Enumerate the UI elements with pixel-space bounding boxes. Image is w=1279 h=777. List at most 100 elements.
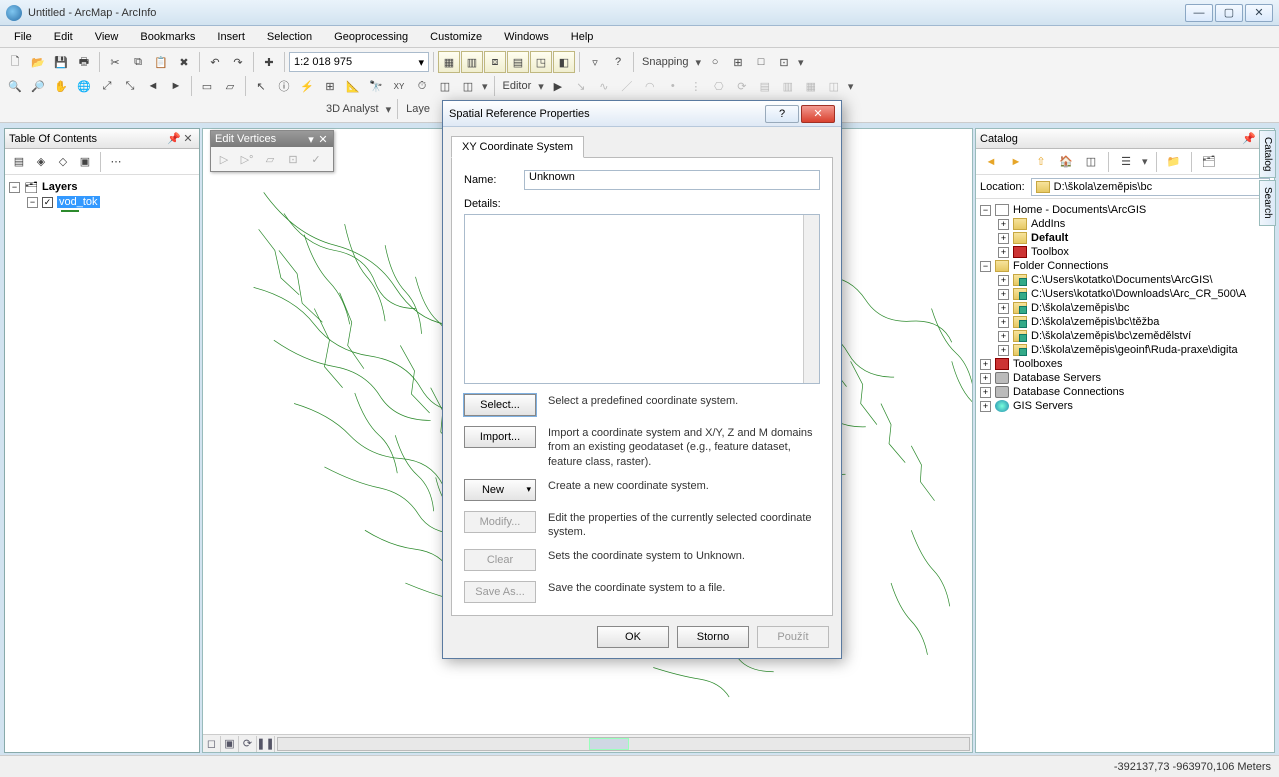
hyperlink-icon[interactable]: ⚡ — [296, 75, 318, 97]
pin-icon[interactable]: 📌 — [167, 132, 181, 146]
collapse-icon[interactable]: − — [27, 197, 38, 208]
edit-more-icon[interactable]: ◫ — [823, 75, 845, 97]
editor-tool-5[interactable]: ◳ — [530, 51, 552, 73]
expand-icon[interactable]: + — [998, 331, 1009, 342]
cat-home[interactable]: Home - Documents\ArcGIS — [1013, 204, 1146, 216]
cat-toolboxes[interactable]: Toolboxes — [1013, 358, 1063, 370]
edit-v-icon[interactable]: ⋮ — [685, 75, 707, 97]
edit-grid-icon[interactable]: ▦ — [800, 75, 822, 97]
edit-rot-icon[interactable]: ⟳ — [731, 75, 753, 97]
findxy-icon[interactable]: XY — [388, 75, 410, 97]
time-slider-icon[interactable]: ⏱ — [411, 75, 433, 97]
up-icon[interactable]: ⇧ — [1030, 151, 1052, 173]
expand-icon[interactable]: + — [998, 289, 1009, 300]
details-textarea[interactable] — [464, 214, 820, 384]
edit-tool-icon[interactable]: ▶ — [547, 75, 569, 97]
ev-tool-1[interactable]: ▷ — [213, 149, 235, 169]
ev-drop-icon[interactable]: ▾ — [305, 133, 317, 146]
name-input[interactable]: Unknown — [524, 170, 820, 190]
viewer-icon[interactable]: ◫ — [434, 75, 456, 97]
find-icon[interactable]: 🔭 — [365, 75, 387, 97]
zoomout-icon[interactable]: 🔎 — [27, 75, 49, 97]
expand-icon[interactable]: + — [980, 373, 991, 384]
cat-addins[interactable]: AddIns — [1031, 218, 1065, 230]
options-icon[interactable]: ⋯ — [106, 152, 126, 172]
expand-icon[interactable]: + — [998, 345, 1009, 356]
fixed-zoomin-icon[interactable]: ⤢ — [96, 75, 118, 97]
redo-icon[interactable]: ↷ — [227, 51, 249, 73]
snap-edge-icon[interactable]: ⊡ — [773, 51, 795, 73]
tool-b[interactable]: ? — [607, 51, 629, 73]
refresh-icon[interactable]: ⟳ — [239, 736, 257, 752]
snapping-label[interactable]: Snapping — [638, 56, 693, 68]
expand-icon[interactable]: + — [980, 401, 991, 412]
cat-dbconn[interactable]: Database Connections — [1013, 386, 1124, 398]
edit-arc-icon[interactable]: ◠ — [639, 75, 661, 97]
expand-icon[interactable]: + — [980, 387, 991, 398]
home-icon[interactable]: 🏠 — [1055, 151, 1077, 173]
collapse-icon[interactable]: − — [9, 182, 20, 193]
v-scrollbar[interactable] — [803, 215, 819, 383]
fwd-icon[interactable]: ► — [1005, 151, 1027, 173]
tree-icon[interactable]: 🗂 — [1198, 151, 1220, 173]
delete-icon[interactable]: ✖ — [173, 51, 195, 73]
list-icon[interactable]: ☰ — [1115, 151, 1137, 173]
layer-checkbox[interactable]: ✓ — [42, 197, 53, 208]
layout-view-icon[interactable]: ▣ — [221, 736, 239, 752]
list-selection-icon[interactable]: ▣ — [75, 152, 95, 172]
maximize-button[interactable]: ▢ — [1215, 4, 1243, 22]
open-icon[interactable]: 📂 — [27, 51, 49, 73]
cat-f5[interactable]: D:\škola\zeměpis\geoinf\Ruda-praxe\digit… — [1031, 344, 1238, 356]
data-view-icon[interactable]: ◻ — [203, 736, 221, 752]
editor-tool-3[interactable]: ⧈ — [484, 51, 506, 73]
pointer-icon[interactable]: ↖ — [250, 75, 272, 97]
import-button[interactable]: Import... — [464, 426, 536, 448]
undo-icon[interactable]: ↶ — [204, 51, 226, 73]
menu-insert[interactable]: Insert — [207, 29, 255, 45]
editor-tool-1[interactable]: ▦ — [438, 51, 460, 73]
html-popup-icon[interactable]: ⊞ — [319, 75, 341, 97]
edit-pt-icon[interactable]: • — [662, 75, 684, 97]
expand-icon[interactable]: + — [998, 317, 1009, 328]
snap-circle-icon[interactable]: ○ — [704, 51, 726, 73]
edit-vertices-toolbar[interactable]: Edit Vertices ▾ ✕ ▷ ▷° ▱ ⊡ ✓ — [210, 130, 334, 172]
cat-f3[interactable]: D:\škola\zeměpis\bc\těžba — [1031, 316, 1159, 328]
viewer2-icon[interactable]: ◫ — [457, 75, 479, 97]
toc-close-icon[interactable]: ✕ — [181, 132, 195, 146]
expand-icon[interactable]: + — [998, 303, 1009, 314]
location-input[interactable]: D:\škola\zeměpis\bc ▾ — [1031, 178, 1270, 196]
layer-vodtok[interactable]: vod_tok — [57, 196, 100, 208]
list-source-icon[interactable]: ◈ — [31, 152, 51, 172]
close-button[interactable]: ✕ — [1245, 4, 1273, 22]
toc-root[interactable]: Layers — [42, 181, 77, 193]
dialog-close-button[interactable]: ✕ — [801, 105, 835, 123]
clear-select-icon[interactable]: ▱ — [219, 75, 241, 97]
zoomin-icon[interactable]: 🔍 — [4, 75, 26, 97]
cat-f1[interactable]: C:\Users\kotatko\Downloads\Arc_CR_500\A — [1031, 288, 1246, 300]
tab-catalog[interactable]: Catalog — [1259, 130, 1276, 178]
ev-tool-2[interactable]: ▷° — [236, 149, 258, 169]
h-scrollbar[interactable] — [277, 737, 970, 751]
list-drawing-icon[interactable]: ▤ — [9, 152, 29, 172]
ev-tool-4[interactable]: ⊡ — [282, 149, 304, 169]
print-icon[interactable]: 🖶 — [73, 51, 95, 73]
cat-f0[interactable]: C:\Users\kotatko\Documents\ArcGIS\ — [1031, 274, 1213, 286]
dialog-help-button[interactable]: ? — [765, 105, 799, 123]
measure-icon[interactable]: 📐 — [342, 75, 364, 97]
new-button[interactable]: New — [464, 479, 536, 501]
pan-icon[interactable]: ✋ — [50, 75, 72, 97]
editor-label[interactable]: Editor — [499, 80, 536, 92]
snap-endpoint-icon[interactable]: ⊞ — [727, 51, 749, 73]
cat-gisservers[interactable]: GIS Servers — [1013, 400, 1073, 412]
snapping-drop[interactable]: ▾ — [694, 56, 704, 69]
analyst-label[interactable]: 3D Analyst — [322, 103, 383, 115]
back-extent-icon[interactable]: ◄ — [142, 75, 164, 97]
cat-f4[interactable]: D:\škola\zeměpis\bc\zemědělství — [1031, 330, 1191, 342]
edit-sketch2-icon[interactable]: ▥ — [777, 75, 799, 97]
editor-drop[interactable]: ▾ — [536, 80, 546, 93]
pin-icon[interactable]: 📌 — [1242, 132, 1256, 146]
ok-button[interactable]: OK — [597, 626, 669, 648]
collapse-icon[interactable]: − — [980, 261, 991, 272]
menu-customize[interactable]: Customize — [420, 29, 492, 45]
cancel-button[interactable]: Storno — [677, 626, 749, 648]
